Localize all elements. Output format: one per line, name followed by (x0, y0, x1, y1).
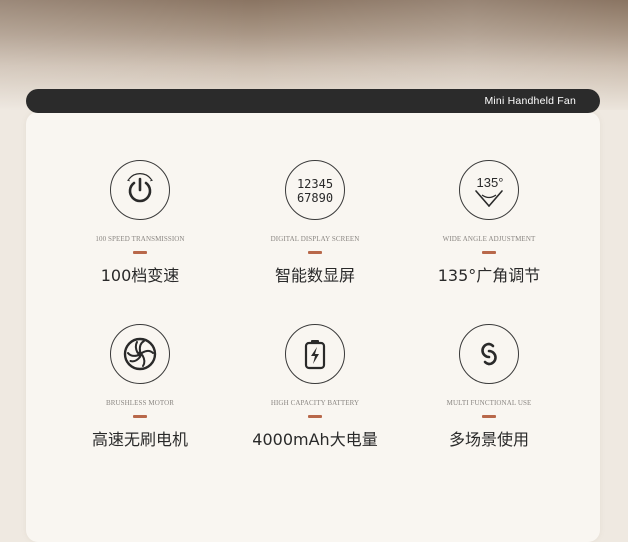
feature-cn-label: 多场景使用 (448, 430, 529, 449)
feature-en-label: MULTI FUNCTIONAL USE (446, 399, 532, 407)
accent-divider (308, 251, 322, 254)
angle-text: 135° (477, 175, 504, 190)
feature-cn-label: 135°广角调节 (437, 266, 541, 285)
fan-motor-icon (110, 324, 170, 384)
accent-divider (482, 251, 496, 254)
feature-en-label: DIGITAL DISPLAY SCREEN (270, 235, 360, 243)
feature-multi-use: MULTI FUNCTIONAL USE 多场景使用 (404, 324, 574, 450)
feature-en-label: HIGH CAPACITY BATTERY (270, 399, 360, 407)
accent-divider (308, 415, 322, 418)
feature-cn-label: 4000mAh大电量 (252, 430, 378, 449)
power-icon (110, 160, 170, 220)
wide-angle-icon: 135° (459, 160, 519, 220)
accent-divider (133, 251, 147, 254)
feature-cn-label: 100档变速 (100, 266, 180, 285)
battery-icon (285, 324, 345, 384)
digital-display-icon: 12345 67890 (285, 160, 345, 220)
accent-divider (133, 415, 147, 418)
display-digits-top: 12345 (297, 177, 333, 191)
accent-divider (482, 415, 496, 418)
feature-battery: HIGH CAPACITY BATTERY 4000mAh大电量 (230, 324, 400, 450)
header-bar: Mini Handheld Fan (26, 89, 600, 113)
feature-en-label: BRUSHLESS MOTOR (105, 399, 175, 407)
multi-link-icon (459, 324, 519, 384)
feature-cn-label: 智能数显屏 (274, 266, 355, 285)
feature-display: 12345 67890 DIGITAL DISPLAY SCREEN 智能数显屏 (230, 160, 400, 286)
header-title: Mini Handheld Fan (484, 95, 576, 107)
feature-en-label: WIDE ANGLE ADJUSTMENT (442, 235, 536, 243)
display-digits-bottom: 67890 (297, 191, 333, 205)
feature-en-label: 100 SPEED TRANSMISSION (95, 235, 185, 243)
feature-motor: BRUSHLESS MOTOR 高速无刷电机 (55, 324, 225, 450)
feature-cn-label: 高速无刷电机 (91, 430, 188, 449)
feature-angle: 135° WIDE ANGLE ADJUSTMENT 135°广角调节 (404, 160, 574, 286)
feature-speed: 100 SPEED TRANSMISSION 100档变速 (55, 160, 225, 286)
